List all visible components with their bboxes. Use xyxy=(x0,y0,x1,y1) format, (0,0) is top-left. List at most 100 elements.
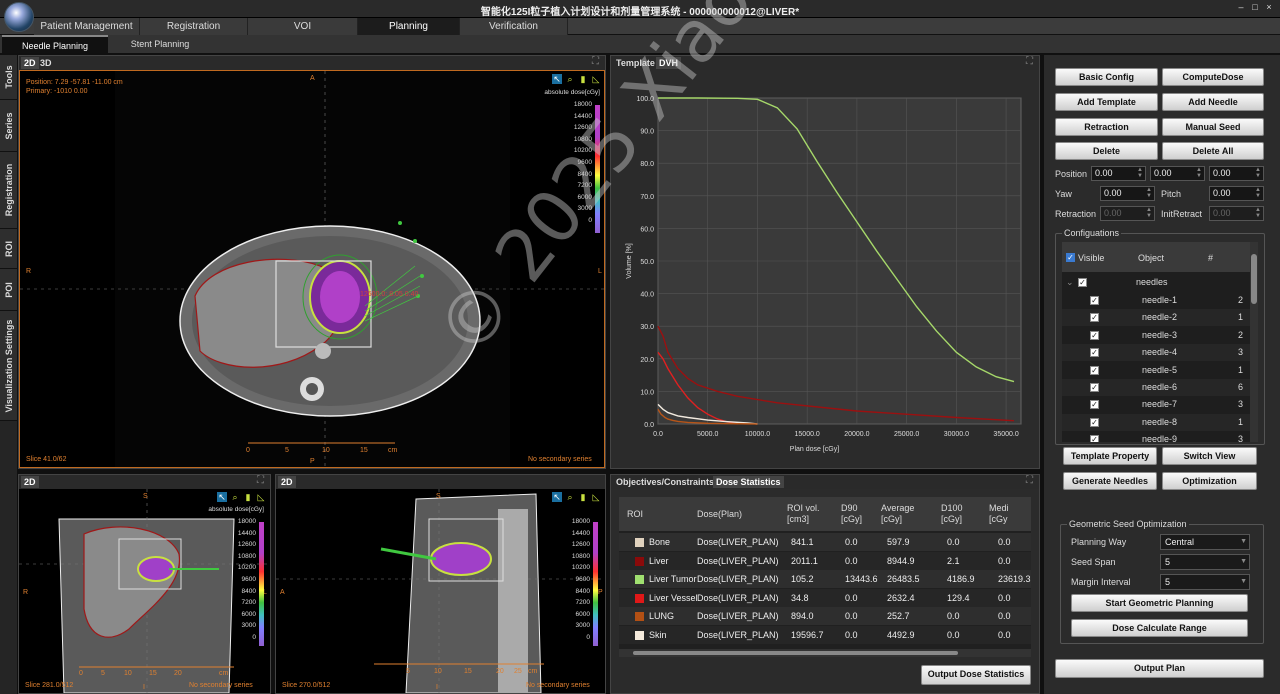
scrollbar-thumb[interactable] xyxy=(633,651,958,655)
margin-interval-select[interactable]: 5 ▼ xyxy=(1160,574,1250,590)
ruler-tool-icon[interactable]: ◺ xyxy=(591,492,601,502)
needle-row[interactable]: ✓ needle-2 1 xyxy=(1062,309,1250,327)
tab-patient-management[interactable]: Patient Management xyxy=(34,18,140,35)
close-button[interactable]: × xyxy=(1264,2,1274,12)
tab-poi[interactable]: POI xyxy=(0,269,17,311)
delete-button[interactable]: Delete xyxy=(1055,142,1158,160)
zoom-tool-icon[interactable]: ⌕ xyxy=(565,74,575,84)
tab-dose-statistics[interactable]: Dose Statistics xyxy=(713,476,784,488)
generate-needles-button[interactable]: Generate Needles xyxy=(1063,472,1157,490)
ruler-tool-icon[interactable]: ◺ xyxy=(256,492,266,502)
table-row[interactable]: Skin Dose(LIVER_PLAN) 19596.7 0.0 4492.9 0.0 0… xyxy=(619,625,1031,644)
table-row[interactable]: Liver Tumor Dose(LIVER_PLAN) 105.2 13443.6 2… xyxy=(619,570,1031,588)
cursor-tool-icon[interactable]: ↖ xyxy=(552,492,562,502)
column-header[interactable]: Average xyxy=(881,503,914,513)
position-z-input[interactable]: 0.00 ▲ ▼ xyxy=(1209,166,1264,181)
tree-root-needles[interactable]: ⌄ ✓ needles xyxy=(1062,274,1250,291)
retraction-input[interactable]: 0.00 ▲ ▼ xyxy=(1100,206,1155,221)
column-header[interactable]: ROI xyxy=(627,509,643,519)
needle-row[interactable]: ✓ needle-9 3 xyxy=(1062,431,1250,442)
minimize-button[interactable]: – xyxy=(1236,2,1246,12)
manual-seed-button[interactable]: Manual Seed xyxy=(1162,118,1264,136)
tab-objectives-constraints[interactable]: Objectives/Constraints xyxy=(613,476,717,488)
needle-visible-checkbox[interactable]: ✓ xyxy=(1090,296,1099,305)
maximize-icon[interactable]: ⛶ xyxy=(592,57,602,67)
tab-axial-2d[interactable]: 2D xyxy=(21,57,39,69)
coronal-image-area[interactable]: S I R L Slice 281.0/512 No secondary ser… xyxy=(19,489,270,693)
needle-visible-checkbox[interactable]: ✓ xyxy=(1090,435,1099,442)
maximize-icon[interactable]: ⛶ xyxy=(1026,57,1036,67)
output-dose-statistics-button[interactable]: Output Dose Statistics xyxy=(921,665,1031,685)
tab-series[interactable]: Series xyxy=(0,100,17,152)
column-header[interactable]: ROI vol. xyxy=(787,503,820,513)
tab-dvh[interactable]: DVH xyxy=(656,57,682,69)
column-header[interactable]: [cGy] xyxy=(881,514,902,524)
tab-roi[interactable]: ROI xyxy=(0,229,17,269)
tab-planning[interactable]: Planning xyxy=(358,18,460,35)
tab-voi[interactable]: VOI xyxy=(248,18,358,35)
vertical-scrollbar[interactable] xyxy=(1250,242,1258,442)
initretract-input[interactable]: 0.00 ▲ ▼ xyxy=(1209,206,1264,221)
spin-arrows-icon[interactable]: ▲ ▼ xyxy=(1136,167,1144,180)
spin-arrows-icon[interactable]: ▲ ▼ xyxy=(1254,187,1262,200)
tab-verification[interactable]: Verification xyxy=(460,18,568,35)
needle-visible-checkbox[interactable]: ✓ xyxy=(1090,365,1099,375)
table-row[interactable]: Liver Dose(LIVER_PLAN) 2011.1 0.0 8944.9 2.1 0… xyxy=(619,551,1031,570)
needle-row[interactable]: ✓ needle-5 1 xyxy=(1062,361,1250,379)
column-header[interactable]: [cGy xyxy=(989,514,1008,524)
table-row[interactable]: LUNG Dose(LIVER_PLAN) 894.0 0.0 252.7 0.0 0.0 xyxy=(619,607,1031,625)
maximize-button[interactable]: □ xyxy=(1250,2,1260,12)
basic-config-button[interactable]: Basic Config xyxy=(1055,68,1158,86)
needle-visible-checkbox[interactable]: ✓ xyxy=(1090,383,1099,392)
spin-arrows-icon[interactable]: ▲ ▼ xyxy=(1145,187,1153,200)
sagittal-view-panel[interactable]: 2D S I A P Slice 270.0/512 No secondary … xyxy=(275,474,606,694)
tab-tools[interactable]: Tools xyxy=(0,55,17,100)
ruler-tool-icon[interactable]: ◺ xyxy=(591,74,601,84)
pitch-input[interactable]: 0.00 ▲ ▼ xyxy=(1209,186,1264,201)
needle-visible-checkbox[interactable]: ✓ xyxy=(1090,348,1099,358)
sagittal-image-area[interactable]: S I A P Slice 270.0/512 No secondary ser… xyxy=(276,489,605,693)
tab-stent-planning[interactable]: Stent Planning xyxy=(110,35,210,53)
tab-template[interactable]: Template xyxy=(613,57,658,69)
output-plan-button[interactable]: Output Plan xyxy=(1055,659,1264,678)
table-row[interactable]: Liver Vessel Dose(LIVER_PLAN) 34.8 0.0 2632.… xyxy=(619,588,1031,607)
needle-row[interactable]: ✓ needle-8 1 xyxy=(1062,413,1250,431)
zoom-tool-icon[interactable]: ⌕ xyxy=(565,492,575,502)
horizontal-scrollbar[interactable] xyxy=(619,649,1031,657)
planning-way-select[interactable]: Central ▼ xyxy=(1160,534,1250,550)
histogram-tool-icon[interactable]: ▮ xyxy=(578,492,588,502)
yaw-input[interactable]: 0.00 ▲ ▼ xyxy=(1100,186,1155,201)
retraction-button[interactable]: Retraction xyxy=(1055,118,1158,136)
spin-arrows-icon[interactable]: ▲ ▼ xyxy=(1145,207,1153,220)
column-header[interactable]: [cGy] xyxy=(941,514,962,524)
position-x-input[interactable]: 0.00 ▲ ▼ xyxy=(1091,166,1146,181)
add-template-button[interactable]: Add Template xyxy=(1055,93,1158,111)
position-y-input[interactable]: 0.00 ▲ ▼ xyxy=(1150,166,1205,181)
scrollbar-thumb[interactable] xyxy=(1251,254,1257,304)
axial-image-area[interactable]: Position: 7.29 -57.81 -11.00 cm Primary:… xyxy=(19,70,605,468)
seed-span-select[interactable]: 5 ▼ xyxy=(1160,554,1250,570)
needle-visible-checkbox[interactable]: ✓ xyxy=(1090,400,1099,410)
needle-visible-checkbox[interactable]: ✓ xyxy=(1090,313,1099,323)
tab-visualization-settings[interactable]: Visualization Settings xyxy=(0,311,17,421)
collapse-arrow-icon[interactable]: ⌄ xyxy=(1066,277,1074,288)
column-header[interactable]: D90 xyxy=(841,503,858,513)
maximize-icon[interactable]: ⛶ xyxy=(257,476,267,486)
zoom-tool-icon[interactable]: ⌕ xyxy=(230,492,240,502)
delete-all-button[interactable]: Delete All xyxy=(1162,142,1264,160)
switch-view-button[interactable]: Switch View xyxy=(1162,447,1257,465)
histogram-tool-icon[interactable]: ▮ xyxy=(243,492,253,502)
needle-visible-checkbox[interactable]: ✓ xyxy=(1090,330,1099,340)
tab-registration[interactable]: Registration xyxy=(140,18,248,35)
template-property-button[interactable]: Template Property xyxy=(1063,447,1157,465)
needle-visible-checkbox[interactable]: ✓ xyxy=(1090,417,1099,427)
needles-visible-checkbox[interactable]: ✓ xyxy=(1078,278,1087,287)
optimization-button[interactable]: Optimization xyxy=(1162,472,1257,490)
tab-axial-3d[interactable]: 3D xyxy=(37,57,55,69)
cursor-tool-icon[interactable]: ↖ xyxy=(552,74,562,84)
column-header[interactable]: Dose(Plan) xyxy=(697,509,742,519)
dose-calculate-range-button[interactable]: Dose Calculate Range xyxy=(1071,619,1248,637)
column-header[interactable]: D100 xyxy=(941,503,963,513)
column-header[interactable]: [cGy] xyxy=(841,514,862,524)
needle-row[interactable]: ✓ needle-7 3 xyxy=(1062,396,1250,414)
